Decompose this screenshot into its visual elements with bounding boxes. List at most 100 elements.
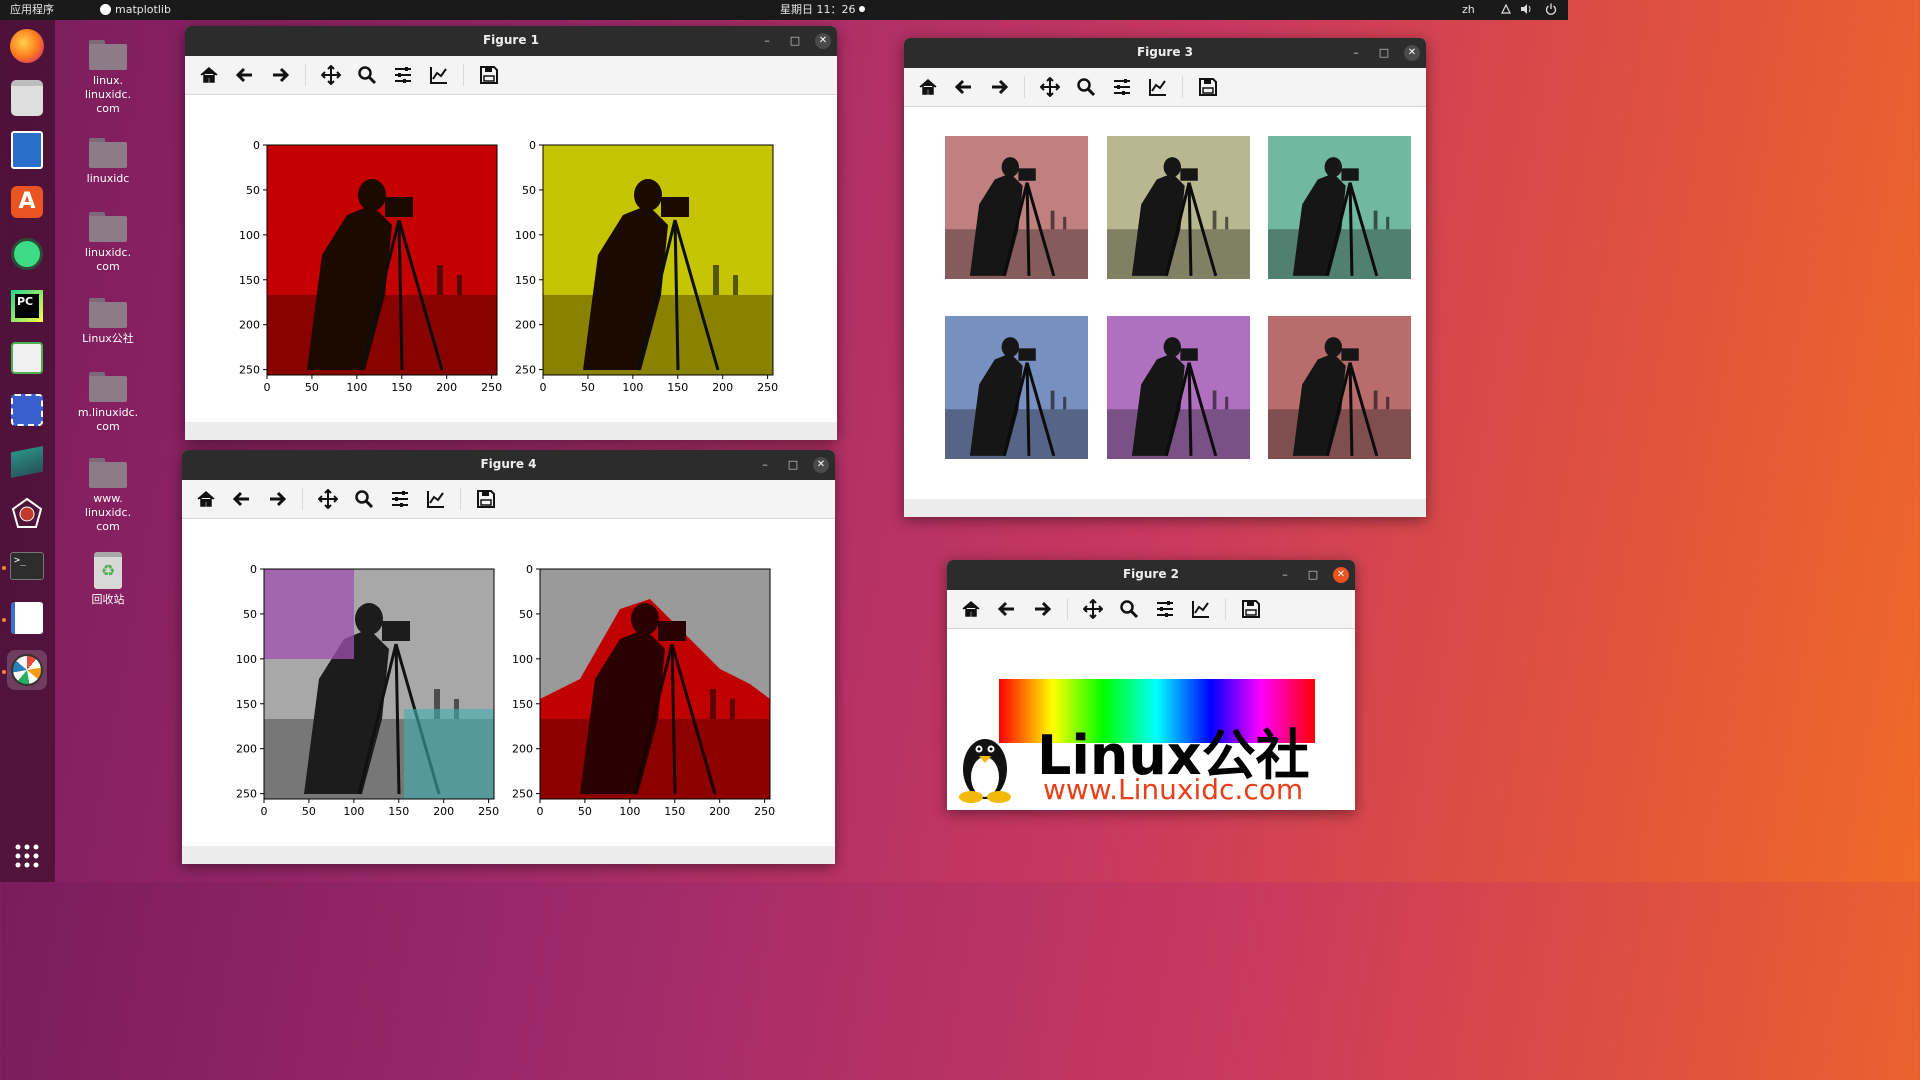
volume-icon[interactable] [1520, 3, 1532, 19]
dock-system-monitor[interactable] [7, 338, 47, 378]
firefox-icon [10, 29, 44, 63]
minimize-button[interactable]: – [1348, 45, 1364, 61]
figure-4-plot[interactable]: 0 0 50 50 100 100 150 150 200 200 250 250 0 0 50 50 100 1… [182, 519, 835, 847]
save-icon[interactable] [1241, 599, 1261, 619]
image-head [1001, 337, 1019, 358]
title-bar[interactable]: Figure 1 – □ ✕ [185, 26, 837, 56]
home-icon[interactable] [961, 599, 981, 619]
save-icon[interactable] [476, 489, 496, 509]
x-tick-label: 50 [581, 381, 595, 394]
desktop-folder-label: www. linuxidc. com [84, 492, 132, 533]
figure-1-plot[interactable]: 0 0 50 50 100 100 150 150 200 200 250 250 0 0 50 50 100 1… [185, 95, 837, 423]
folder-icon [89, 458, 127, 488]
save-icon[interactable] [1198, 77, 1218, 97]
zoom-icon[interactable] [1076, 77, 1096, 97]
forward-icon[interactable] [1032, 599, 1052, 619]
back-icon[interactable] [997, 599, 1017, 619]
status-bar [182, 846, 835, 864]
pan-icon[interactable] [1083, 599, 1103, 619]
forward-icon[interactable] [267, 489, 287, 509]
zoom-icon[interactable] [357, 65, 377, 85]
pan-icon[interactable] [318, 489, 338, 509]
show-applications-button[interactable] [7, 836, 47, 876]
minimize-button[interactable]: – [757, 457, 773, 473]
dock-screenshot[interactable] [7, 390, 47, 430]
zoom-icon[interactable] [1119, 599, 1139, 619]
image-building [1212, 210, 1217, 230]
back-icon[interactable] [235, 65, 255, 85]
app-menu[interactable]: matplotlib [100, 3, 171, 17]
image-tripod-leg [1187, 362, 1193, 456]
desktop-folder[interactable]: linuxidc [68, 138, 148, 186]
dock-software[interactable]: A [7, 182, 47, 222]
desktop-folder[interactable]: linuxidc. com [68, 212, 148, 274]
configure-subplots-icon[interactable] [390, 489, 410, 509]
maximize-button[interactable]: □ [1305, 567, 1321, 583]
desktop-folder[interactable]: www. linuxidc. com [68, 458, 148, 534]
configure-subplots-icon[interactable] [393, 65, 413, 85]
dock-python-figure[interactable] [7, 650, 47, 690]
image-panel-5 [1107, 316, 1250, 459]
x-tick-label: 100 [622, 381, 643, 394]
pan-icon[interactable] [321, 65, 341, 85]
back-icon[interactable] [232, 489, 252, 509]
power-icon[interactable] [1545, 3, 1557, 19]
back-icon[interactable] [954, 77, 974, 97]
save-icon[interactable] [479, 65, 499, 85]
image-panel-2 [1107, 136, 1250, 279]
desktop-trash[interactable]: ♻ 回收站 [68, 552, 148, 607]
home-icon[interactable] [196, 489, 216, 509]
maximize-button[interactable]: □ [1376, 45, 1392, 61]
title-bar[interactable]: Figure 3 – □ ✕ [904, 38, 1426, 68]
dock-firefox[interactable] [7, 26, 47, 66]
pycharm-icon: PC [11, 290, 43, 322]
clock[interactable]: 星期日 11：26 [780, 3, 865, 17]
dock-network-tool[interactable] [7, 494, 47, 534]
edit-axis-icon[interactable] [426, 489, 446, 509]
edit-axis-icon[interactable] [429, 65, 449, 85]
close-button[interactable]: ✕ [1404, 45, 1420, 61]
edit-axis-icon[interactable] [1191, 599, 1211, 619]
figure-canvas[interactable]: 0 0 50 50 100 100 150 150 200 200 250 250 0 0 50 50 100 1… [182, 519, 835, 847]
maximize-button[interactable]: □ [785, 457, 801, 473]
dock-sublime[interactable] [7, 442, 47, 482]
dock-terminal[interactable]: >_ [7, 546, 47, 586]
forward-icon[interactable] [989, 77, 1009, 97]
title-bar[interactable]: Figure 4 – □ ✕ [182, 450, 835, 480]
dock-files[interactable] [7, 78, 47, 118]
pan-icon[interactable] [1040, 77, 1060, 97]
home-icon[interactable] [199, 65, 219, 85]
figure-canvas[interactable]: 0 0 50 50 100 100 150 150 200 200 250 250 0 0 50 50 100 1… [185, 95, 837, 423]
figure-3-plot[interactable] [904, 107, 1426, 499]
maximize-button[interactable]: □ [787, 33, 803, 49]
minimize-button[interactable]: – [1277, 567, 1293, 583]
dock-text-editor[interactable] [7, 598, 47, 638]
dock-pycharm[interactable]: PC [7, 286, 47, 326]
figure-canvas[interactable]: Linux公社 www.Linuxidc.com [947, 629, 1355, 810]
x-tick-label: 250 [481, 381, 502, 394]
close-button[interactable]: ✕ [1333, 567, 1349, 583]
minimize-button[interactable]: – [759, 33, 775, 49]
forward-icon[interactable] [270, 65, 290, 85]
dock-android-studio[interactable] [7, 234, 47, 274]
desktop-folder[interactable]: Linux公社 [68, 298, 148, 346]
zoom-icon[interactable] [354, 489, 374, 509]
input-method-indicator[interactable]: zh [1462, 3, 1475, 17]
desktop-folder[interactable]: m.linuxidc. com [68, 372, 148, 434]
desktop-folder[interactable]: linux. linuxidc. com [68, 40, 148, 116]
image-camera [658, 621, 686, 641]
title-bar[interactable]: Figure 2 – □ ✕ [947, 560, 1355, 590]
image-head [1163, 337, 1181, 358]
network-icon[interactable] [1500, 3, 1512, 19]
home-icon[interactable] [918, 77, 938, 97]
image-camera [1341, 348, 1359, 361]
figure-2-plot[interactable]: Linux公社 www.Linuxidc.com [947, 629, 1355, 810]
edit-axis-icon[interactable] [1148, 77, 1168, 97]
dock-writer[interactable] [7, 130, 47, 170]
activities-button[interactable]: 应用程序 [10, 3, 54, 17]
close-button[interactable]: ✕ [813, 457, 829, 473]
figure-canvas[interactable] [904, 107, 1426, 499]
close-button[interactable]: ✕ [815, 33, 831, 49]
configure-subplots-icon[interactable] [1112, 77, 1132, 97]
configure-subplots-icon[interactable] [1155, 599, 1175, 619]
